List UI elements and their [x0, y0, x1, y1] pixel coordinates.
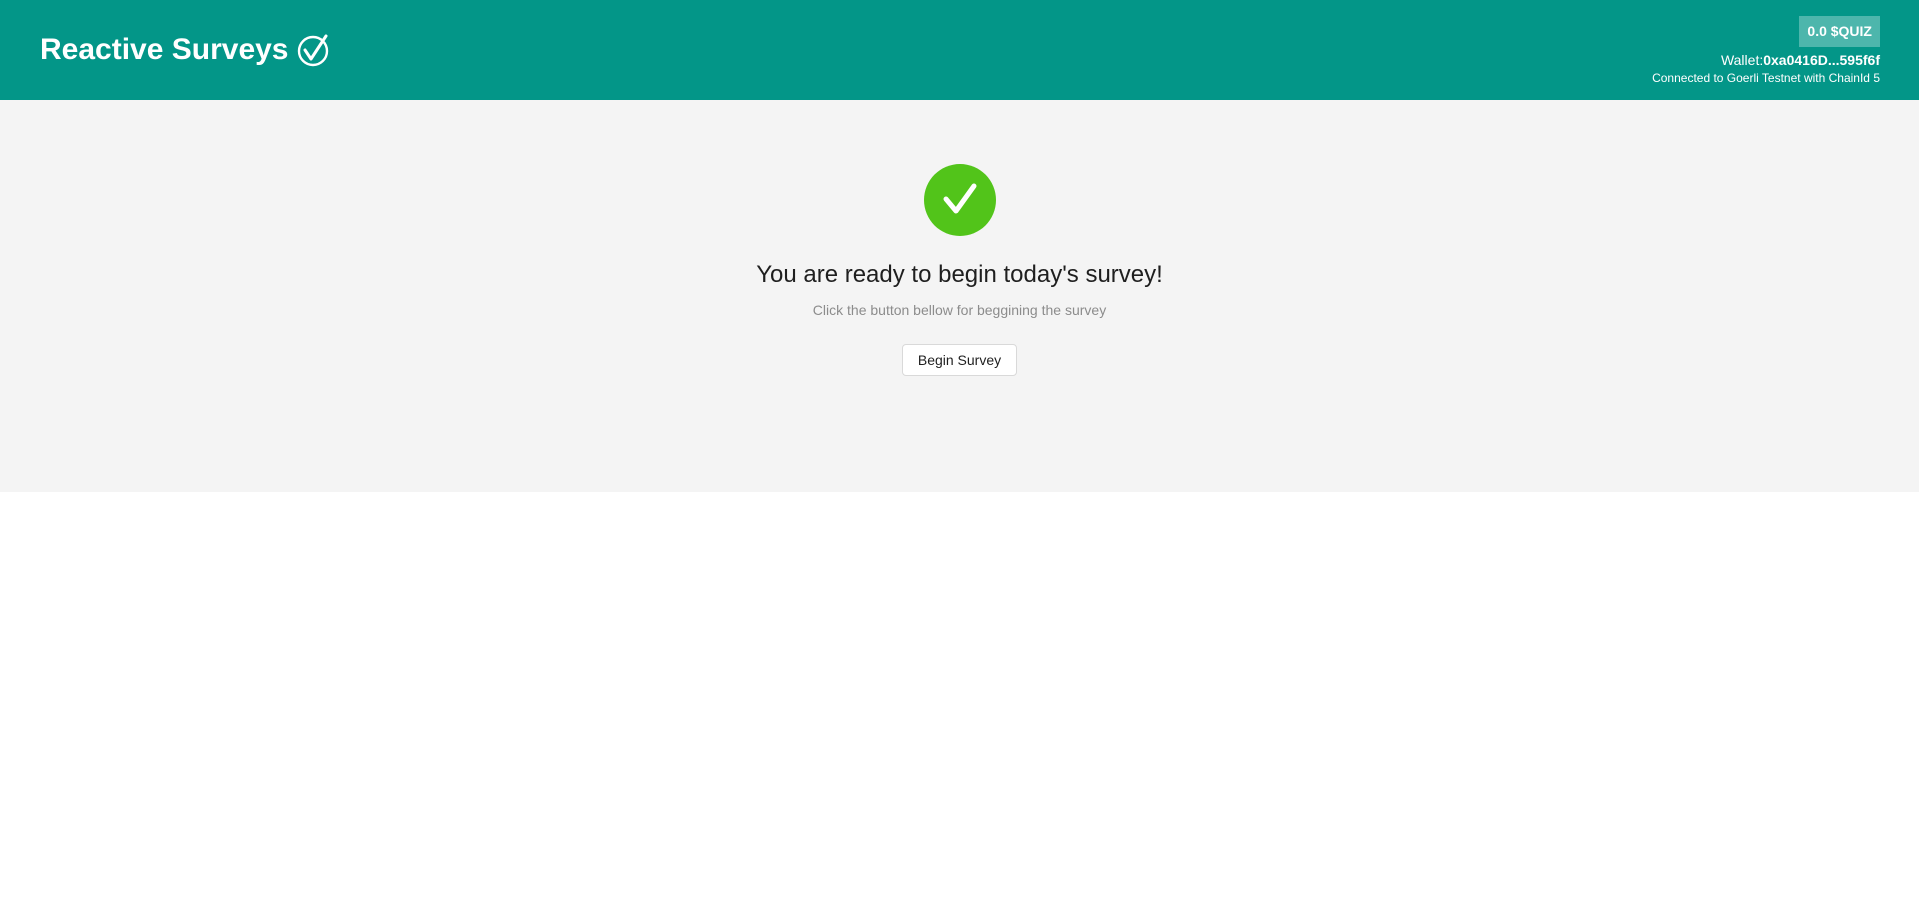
account-panel: 0.0 $QUIZ Wallet:0xa0416D...595f6f Conne… [1652, 16, 1880, 86]
begin-survey-button[interactable]: Begin Survey [901, 344, 1018, 376]
wallet-label: Wallet: [1720, 52, 1764, 68]
result-title: You are ready to begin today's survey! [756, 261, 1163, 288]
brand: Reactive Surveys [40, 30, 331, 70]
app-title: Reactive Surveys [40, 33, 289, 66]
main-content: You are ready to begin today's survey! C… [0, 100, 1919, 492]
result-panel: You are ready to begin today's survey! C… [0, 164, 1919, 376]
wallet-address: 0xa0416D...595f6f [1763, 52, 1880, 68]
app-header: Reactive Surveys 0.0 $QUIZ Wallet:0xa041… [0, 0, 1919, 100]
network-status: Connected to Goerli Testnet with ChainId… [1652, 71, 1880, 85]
checkmark-circle-icon [297, 34, 328, 67]
check-circle-icon [923, 164, 996, 236]
result-subtitle: Click the button bellow for beggining th… [812, 302, 1107, 318]
wallet-info: Wallet:0xa0416D...595f6f [1652, 52, 1880, 69]
token-balance-badge[interactable]: 0.0 $QUIZ [1799, 16, 1880, 47]
